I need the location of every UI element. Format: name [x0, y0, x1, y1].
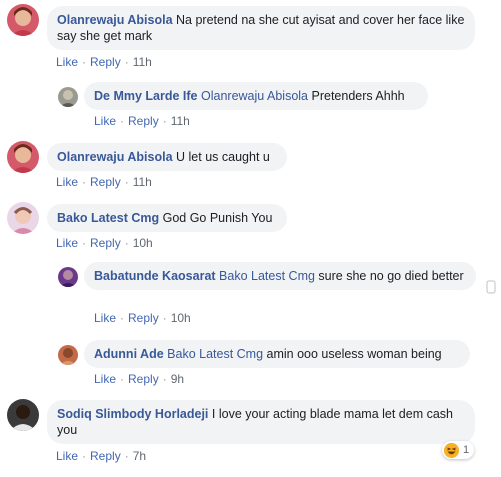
comment-author[interactable]: Sodiq Slimbody Horladeji — [57, 407, 208, 421]
comment-author[interactable]: Olanrewaju Abisola — [57, 150, 173, 164]
reply-link[interactable]: Reply — [90, 449, 121, 463]
comment-actions: Like · Reply · 7h — [56, 449, 147, 463]
like-link[interactable]: Like — [56, 55, 78, 69]
comment-author[interactable]: De Mmy Larde Ife — [94, 89, 198, 103]
like-link[interactable]: Like — [94, 114, 116, 128]
comment-text: Pretenders Ahhh — [311, 89, 405, 103]
reply-link[interactable]: Reply — [128, 311, 159, 325]
reaction-count: 1 — [463, 444, 470, 456]
like-link[interactable]: Like — [56, 175, 78, 189]
avatar[interactable] — [7, 399, 39, 431]
like-link[interactable]: Like — [56, 236, 78, 250]
avatar[interactable] — [58, 267, 78, 287]
mention-link[interactable]: Bako Latest Cmg — [219, 269, 315, 283]
comment-text: amin ooo useless woman being — [266, 347, 442, 361]
comment-time[interactable]: 10h — [171, 311, 191, 325]
comment-time[interactable]: 10h — [133, 236, 153, 250]
comment-text: U let us caught u — [176, 150, 270, 164]
comment-bubble: De Mmy Larde Ife Olanrewaju Abisola Pret… — [84, 82, 428, 110]
comment-text: God Go Punish You — [162, 211, 273, 225]
mention-link[interactable]: Olanrewaju Abisola — [201, 89, 308, 103]
avatar[interactable] — [58, 87, 78, 107]
reply-link[interactable]: Reply — [90, 55, 121, 69]
comment-text: sure she no go died better — [318, 269, 464, 283]
comment-time[interactable]: 11h — [133, 55, 152, 69]
avatar[interactable] — [7, 141, 39, 173]
comment-time[interactable]: 7h — [133, 449, 146, 463]
comment-bubble: Bako Latest Cmg God Go Punish You — [47, 204, 287, 232]
avatar[interactable] — [7, 4, 39, 36]
comment-bubble: Sodiq Slimbody Horladeji I love your act… — [47, 400, 475, 444]
comment-author[interactable]: Babatunde Kaosarat — [94, 269, 216, 283]
comment-author[interactable]: Olanrewaju Abisola — [57, 13, 173, 27]
comment-actions: Like · Reply · 11h — [56, 175, 152, 189]
comment-author[interactable]: Bako Latest Cmg — [57, 211, 159, 225]
comment-actions: Like · Reply · 11h — [94, 114, 190, 128]
reply-link[interactable]: Reply — [90, 175, 121, 189]
comment-actions: Like · Reply · 10h — [94, 311, 191, 325]
like-link[interactable]: Like — [94, 311, 116, 325]
haha-emoji-icon — [444, 442, 459, 458]
reply-link[interactable]: Reply — [90, 236, 121, 250]
reaction-badge[interactable]: 1 — [442, 441, 475, 459]
reply-link[interactable]: Reply — [128, 114, 159, 128]
comment-bubble: Babatunde Kaosarat Bako Latest Cmg sure … — [84, 262, 476, 290]
comment-actions: Like · Reply · 11h — [56, 55, 152, 69]
comment-bubble: Olanrewaju Abisola Na pretend na she cut… — [47, 6, 475, 50]
comment-bubble: Adunni Ade Bako Latest Cmg amin ooo usel… — [84, 340, 470, 368]
comment-actions: Like · Reply · 10h — [56, 236, 153, 250]
comment-bubble: Olanrewaju Abisola U let us caught u — [47, 143, 287, 171]
mention-link[interactable]: Bako Latest Cmg — [167, 347, 263, 361]
like-link[interactable]: Like — [56, 449, 78, 463]
comment-time[interactable]: 11h — [133, 175, 152, 189]
comment-time[interactable]: 9h — [171, 372, 184, 386]
like-link[interactable]: Like — [94, 372, 116, 386]
comment-author[interactable]: Adunni Ade — [94, 347, 164, 361]
reply-link[interactable]: Reply — [128, 372, 159, 386]
comment-actions: Like · Reply · 9h — [94, 372, 185, 386]
avatar[interactable] — [7, 202, 39, 234]
scroll-indicator-icon[interactable] — [486, 280, 496, 294]
comment-time[interactable]: 11h — [171, 114, 190, 128]
avatar[interactable] — [58, 345, 78, 365]
